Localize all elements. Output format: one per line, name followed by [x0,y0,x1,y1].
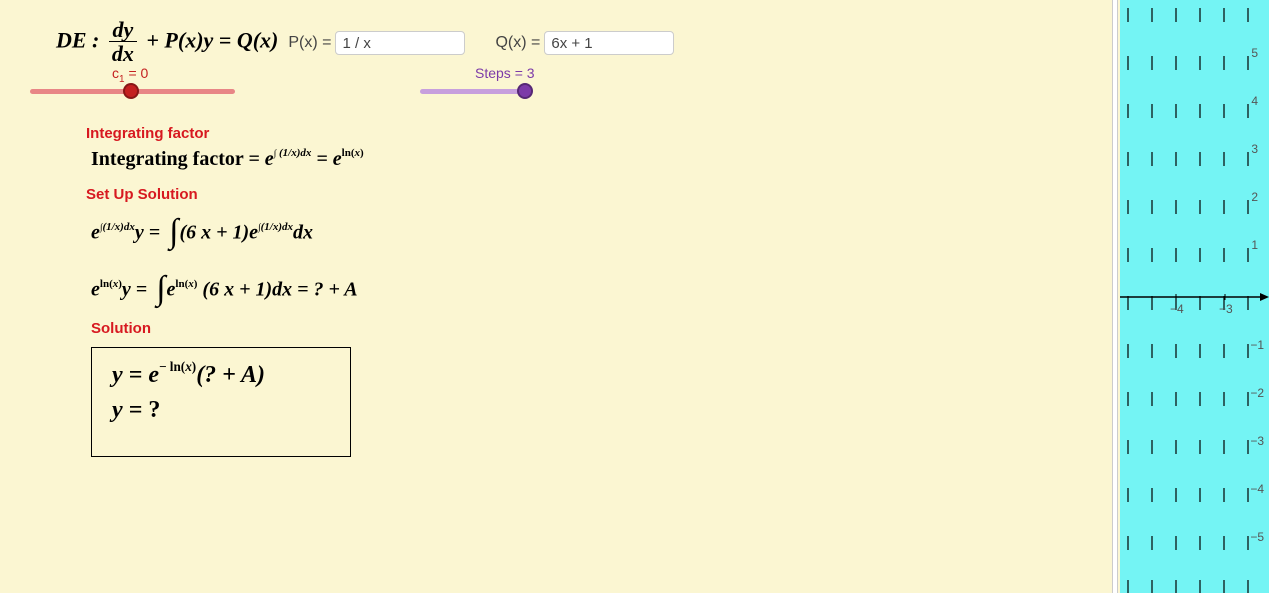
x-tick--3: −3 [1219,302,1233,316]
svg-text:−2: −2 [1250,386,1264,400]
svg-text:5: 5 [1251,46,1258,60]
integrating-factor-line: Integrating factor = e∫ (1/x)dx = eln(x) [91,148,364,171]
svg-text:3: 3 [1251,142,1258,156]
de-rhs: + P(x)y = Q(x) [146,28,278,53]
de-equation: DE : dy dx + P(x)y = Q(x) [56,19,278,66]
c1-slider-label: c1 = 0 [112,65,148,85]
steps-slider-track[interactable] [420,89,525,94]
x-tick--4: −4 [1170,302,1184,316]
solution-box: y = e− ln(x)(? + A) y = ? [91,347,351,457]
heading-solution: Solution [91,320,151,337]
setup-line-1: e∫(1/x)dxy = ∫(6 x + 1)e∫(1/x)dxdx [91,215,313,253]
heading-integrating-factor: Integrating factor [86,125,209,142]
de-prefix: DE : [56,28,99,53]
solution-line-2: y = ? [112,397,334,424]
q-input[interactable] [544,31,674,55]
steps-slider-knob[interactable] [517,83,533,99]
p-input-wrap: P(x) = [288,31,465,55]
svg-text:−3: −3 [1250,434,1264,448]
c1-slider[interactable]: c1 = 0 [30,65,235,105]
svg-text:4: 4 [1251,94,1258,108]
heading-set-up: Set Up Solution [86,186,198,203]
de-equation-row: DE : dy dx + P(x)y = Q(x) P(x) = Q(x) = [56,18,674,68]
steps-slider[interactable]: Steps = 3 [420,65,530,105]
solution-line-1: y = e− ln(x)(? + A) [112,362,334,389]
setup-line-2: eln(x)y = ∫eln(x) (6 x + 1)dx = ? + A [91,272,358,310]
de-frac-den: dx [109,42,137,66]
de-fraction: dy dx [109,19,137,66]
graph-panel[interactable]: −4 −3 5 4 3 2 1 −1 −2 −3 −4 −5 [1120,0,1269,593]
panel-divider[interactable] [1112,0,1118,593]
svg-text:2: 2 [1251,190,1258,204]
steps-slider-label: Steps = 3 [475,65,535,81]
svg-text:−4: −4 [1250,482,1264,496]
q-label: Q(x) = [495,34,540,52]
graph-svg: −4 −3 5 4 3 2 1 −1 −2 −3 −4 −5 [1120,0,1269,593]
q-input-wrap: Q(x) = [495,31,674,55]
p-input[interactable] [335,31,465,55]
svg-text:1: 1 [1251,238,1258,252]
de-frac-num: dy [109,19,137,42]
svg-text:−1: −1 [1250,338,1264,352]
svg-text:−5: −5 [1250,530,1264,544]
p-label: P(x) = [288,34,331,52]
c1-slider-knob[interactable] [123,83,139,99]
